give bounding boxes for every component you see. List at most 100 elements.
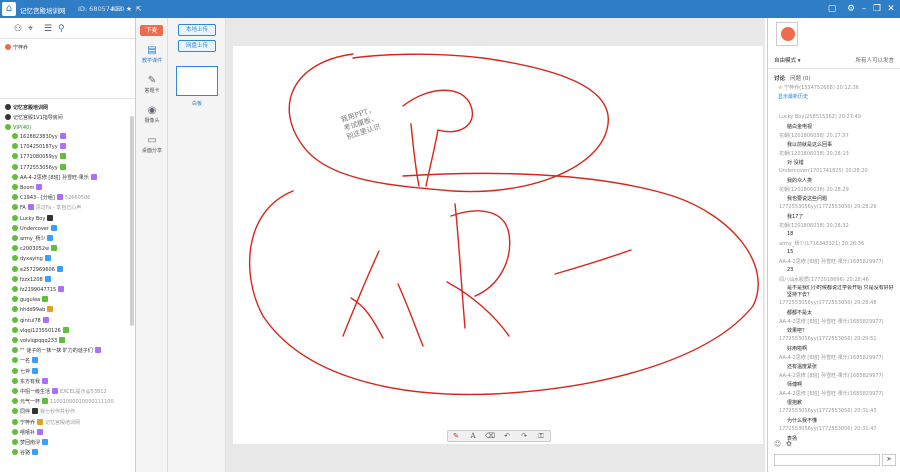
user-row[interactable]: fzzx1208: [12, 275, 129, 285]
title-bar: ⌂ 记忆宫殿培训网 ID: 68057493 ♙ 50 ★ ⇱ ▢ ⚙ – ❐ …: [0, 0, 900, 18]
user-row[interactable]: dyxaying: [12, 255, 129, 264]
section-row[interactable]: 记忆宫殿培训网: [5, 104, 129, 113]
whiteboard[interactable]: 我用PPT， 考试模板， 别这里认识: [233, 46, 763, 444]
desktop-share-tool[interactable]: ▭ 桌面分享: [136, 134, 168, 162]
user-row[interactable]: C1943···[分组] 52660506: [12, 194, 129, 203]
user-row[interactable]: 东方有我: [12, 377, 129, 387]
settings-icon[interactable]: ⚙: [845, 3, 857, 15]
ink-stroke: [410, 123, 420, 187]
location-icon[interactable]: ⌖: [28, 24, 33, 34]
ink-stroke: [446, 281, 510, 337]
message-header: 花朝(1201806038) 20:27:57: [779, 133, 849, 139]
user-avatar-icon: [12, 449, 18, 456]
user-row[interactable]: Lucky Boy: [12, 214, 129, 224]
message-header: 1772553056yy(1772553056) 20:31:47: [779, 426, 877, 432]
level-badge: [37, 428, 44, 435]
skin-icon[interactable]: ▢: [826, 3, 838, 15]
monitor-icon: ▭: [147, 135, 157, 146]
user-row[interactable]: 嘻嘻补: [12, 428, 129, 438]
user-row[interactable]: Boom: [12, 184, 129, 193]
home-icon[interactable]: ⌂: [2, 2, 16, 16]
teacher-row[interactable]: 宁梓乔: [5, 44, 129, 53]
tab-questions[interactable]: 问题 (0): [790, 74, 811, 82]
user-row[interactable]: 中招一级生活 EXCEL提示@53812: [12, 388, 129, 397]
ink-stroke: [342, 250, 380, 337]
maximize-button[interactable]: ❐: [871, 3, 883, 15]
scrollbar[interactable]: [130, 116, 134, 326]
user-avatar-icon: [12, 388, 18, 394]
text-tool-icon[interactable]: A: [468, 432, 478, 441]
eraser-icon[interactable]: ⌫: [485, 432, 495, 441]
courseware-column: 本地上传 网盘上传 白板: [168, 18, 226, 472]
message-text: 脑白金电视: [787, 124, 813, 130]
user-row[interactable]: 梦回南浔: [12, 439, 129, 448]
net-upload-button[interactable]: 网盘上传: [178, 40, 216, 52]
user-row[interactable]: 一名: [12, 357, 129, 366]
contacts-icon[interactable]: ⚇: [14, 24, 22, 34]
emoji-icon[interactable]: ☺: [774, 440, 781, 448]
search-icon[interactable]: ⚲: [58, 24, 65, 34]
member-panel: ⚇ ⌖ ☰ ⚲ 宁梓乔 记忆宫殿培训网 记忆宫殿1V1指导房间 VIP(40) …: [0, 18, 136, 472]
minimize-button[interactable]: –: [858, 3, 870, 15]
whiteboard-thumbnail[interactable]: [176, 66, 218, 96]
user-row[interactable]: 宁梓乔 记忆宫殿培训网: [12, 418, 129, 428]
close-button[interactable]: ✕: [885, 3, 897, 15]
level-badge: [32, 449, 39, 456]
pencil-icon: ✎: [147, 75, 157, 86]
section-vip[interactable]: VIP(40): [5, 124, 129, 133]
lock-icon[interactable]: ⚿: [536, 432, 546, 441]
user-row[interactable]: hhdd99ab: [12, 306, 129, 315]
section-row[interactable]: 记忆宫殿1V1指导房间: [5, 114, 129, 123]
user-row[interactable]: qinrui78: [12, 316, 129, 326]
level-badge: [32, 367, 39, 374]
undo-icon[interactable]: ↶: [502, 432, 512, 441]
user-row[interactable]: vlqqi123550126: [12, 326, 129, 336]
user-avatar-icon: [12, 418, 18, 425]
user-avatar-icon: [12, 143, 18, 150]
chat-input[interactable]: [774, 454, 880, 466]
redo-icon[interactable]: ↷: [519, 432, 529, 441]
user-row[interactable]: 七斧: [12, 367, 129, 377]
user-row[interactable]: "" 谜子的一抹一抹 旷力的谜子们: [12, 347, 129, 356]
message-header: Undercover(1701741825) 20:28:20: [779, 168, 868, 174]
user-row[interactable]: gugulea: [12, 296, 129, 305]
flower-icon[interactable]: ✿: [786, 440, 792, 448]
pen-icon[interactable]: ✎: [451, 432, 461, 441]
user-row[interactable]: 同伴 我七秒作并秒作: [12, 408, 129, 417]
level-badge: [32, 408, 39, 415]
camera-tool[interactable]: ◉ 摄像头: [136, 104, 168, 132]
user-row[interactable]: 元气一杯 11001000010000111100: [12, 398, 129, 407]
drawing-toolbar: ✎ A ⌫ ↶ ↷ ⚿: [447, 430, 551, 442]
star-icon[interactable]: ★: [126, 5, 132, 13]
user-row[interactable]: e2572969606: [12, 265, 129, 275]
user-row[interactable]: FA 思过Fa - 享自己心声: [12, 204, 129, 213]
user-row[interactable]: 1704250187yy: [12, 143, 129, 152]
local-upload-button[interactable]: 本地上传: [178, 24, 216, 36]
user-row[interactable]: volviqpqqq233: [12, 337, 129, 346]
user-row[interactable]: c2003052w: [12, 245, 129, 254]
user-avatar-icon: [12, 235, 18, 241]
user-row[interactable]: 1772553056yy: [12, 163, 129, 173]
user-row[interactable]: fz2199047715: [12, 286, 129, 295]
tab-discuss[interactable]: 讨论: [774, 74, 785, 82]
drawing-layer: [248, 53, 759, 396]
mode-select[interactable]: 自由模式 ▾: [774, 56, 801, 64]
user-avatar-icon: [12, 439, 18, 445]
user-row[interactable]: Undercover: [12, 224, 129, 234]
message-text: 我也要说这些问题: [787, 196, 828, 202]
gift-icon[interactable]: [776, 22, 798, 46]
user-row[interactable]: 谷骆: [12, 449, 129, 458]
leave-mic-button[interactable]: 下麦: [140, 25, 163, 36]
message-text: 对 没错: [787, 160, 804, 166]
answer-card-tool[interactable]: ✎ 答题卡: [136, 74, 168, 102]
send-icon[interactable]: ➤: [882, 454, 896, 466]
user-row[interactable]: army_杨少: [12, 235, 129, 244]
share-icon[interactable]: ⇱: [136, 5, 141, 13]
courseware-tool[interactable]: ▤ 教学课件: [136, 44, 168, 72]
level-badge: [90, 173, 97, 180]
history-link[interactable]: 显示最新历史: [778, 93, 896, 100]
list-icon[interactable]: ☰: [44, 24, 52, 34]
user-row[interactable]: 1628823830yy: [12, 133, 129, 142]
user-row[interactable]: 1771080059yy: [12, 153, 129, 162]
user-row[interactable]: AA-4-2思修 [8班] 孙雪旺-果乐: [12, 173, 129, 183]
